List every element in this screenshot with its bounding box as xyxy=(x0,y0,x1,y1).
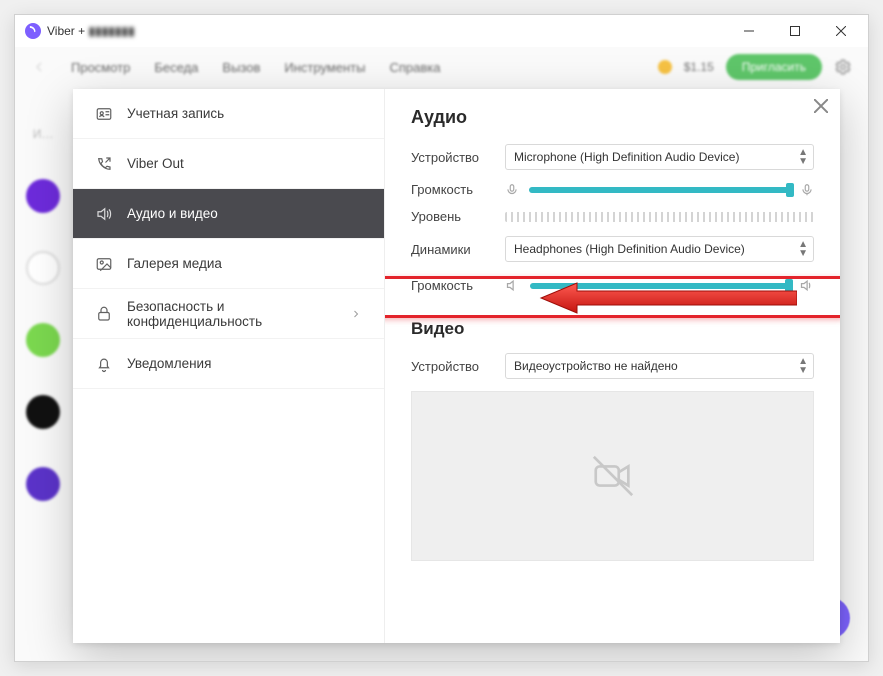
spk-volume-slider[interactable] xyxy=(530,283,789,289)
mic-mute-icon[interactable] xyxy=(505,183,519,197)
mic-level-meter xyxy=(505,212,814,222)
spk-device-label: Динамики xyxy=(411,242,505,257)
speaker-mute-icon[interactable] xyxy=(505,278,520,293)
minimize-button[interactable] xyxy=(726,15,772,47)
mic-volume-slider[interactable] xyxy=(529,187,790,193)
gallery-icon xyxy=(95,255,113,273)
camera-off-icon xyxy=(590,453,636,499)
viber-icon xyxy=(25,23,41,39)
mic-device-label: Устройство xyxy=(411,150,505,165)
close-window-button[interactable] xyxy=(818,15,864,47)
section-heading-video: Видео xyxy=(411,319,814,339)
sidebar-item-label: Учетная запись xyxy=(127,106,224,121)
video-preview xyxy=(411,391,814,561)
app-window: Viber + ▮▮▮▮▮▮▮ Просмотр Беседа Вызов Ин… xyxy=(14,14,869,662)
sidebar-item-account[interactable]: Учетная запись xyxy=(73,89,384,139)
titlebar: Viber + ▮▮▮▮▮▮▮ xyxy=(15,15,868,47)
window-title: Viber + ▮▮▮▮▮▮▮ xyxy=(47,24,135,38)
maximize-button[interactable] xyxy=(772,15,818,47)
sidebar-item-media[interactable]: Галерея медиа xyxy=(73,239,384,289)
mic-device-select[interactable]: Microphone (High Definition Audio Device… xyxy=(505,144,814,170)
video-device-label: Устройство xyxy=(411,359,505,374)
sidebar-item-viber-out[interactable]: Viber Out xyxy=(73,139,384,189)
section-heading-audio: Аудио xyxy=(411,107,814,128)
lock-icon xyxy=(95,305,113,323)
sidebar-item-security[interactable]: Безопасность и конфиденциальность xyxy=(73,289,384,339)
sidebar-item-label: Безопасность и конфиденциальность xyxy=(127,299,336,329)
sidebar-item-audio-video[interactable]: Аудио и видео xyxy=(73,189,384,239)
settings-sidebar: Учетная запись Viber Out Аудио и видео Г… xyxy=(73,89,385,643)
sidebar-item-label: Галерея медиа xyxy=(127,256,222,271)
mic-max-icon xyxy=(800,183,814,197)
sidebar-item-label: Аудио и видео xyxy=(127,206,218,221)
chevron-right-icon xyxy=(350,308,362,320)
video-device-select[interactable]: Видеоустройство не найдено xyxy=(505,353,814,379)
mic-level-label: Уровень xyxy=(411,209,505,224)
sidebar-item-notifications[interactable]: Уведомления xyxy=(73,339,384,389)
spk-volume-label: Громкость xyxy=(411,278,505,293)
bell-icon xyxy=(95,355,113,373)
app-body: Просмотр Беседа Вызов Инструменты Справк… xyxy=(15,47,868,661)
sidebar-item-label: Viber Out xyxy=(127,156,184,171)
settings-modal: Учетная запись Viber Out Аудио и видео Г… xyxy=(73,89,840,643)
phone-out-icon xyxy=(95,155,113,173)
speaker-max-icon xyxy=(799,278,814,293)
sidebar-item-label: Уведомления xyxy=(127,356,211,371)
id-card-icon xyxy=(95,105,113,123)
settings-pane: Аудио Устройство Microphone (High Defini… xyxy=(385,89,840,643)
mic-volume-label: Громкость xyxy=(411,182,505,197)
speaker-icon xyxy=(95,205,113,223)
close-modal-button[interactable] xyxy=(814,99,828,113)
spk-device-select[interactable]: Headphones (High Definition Audio Device… xyxy=(505,236,814,262)
